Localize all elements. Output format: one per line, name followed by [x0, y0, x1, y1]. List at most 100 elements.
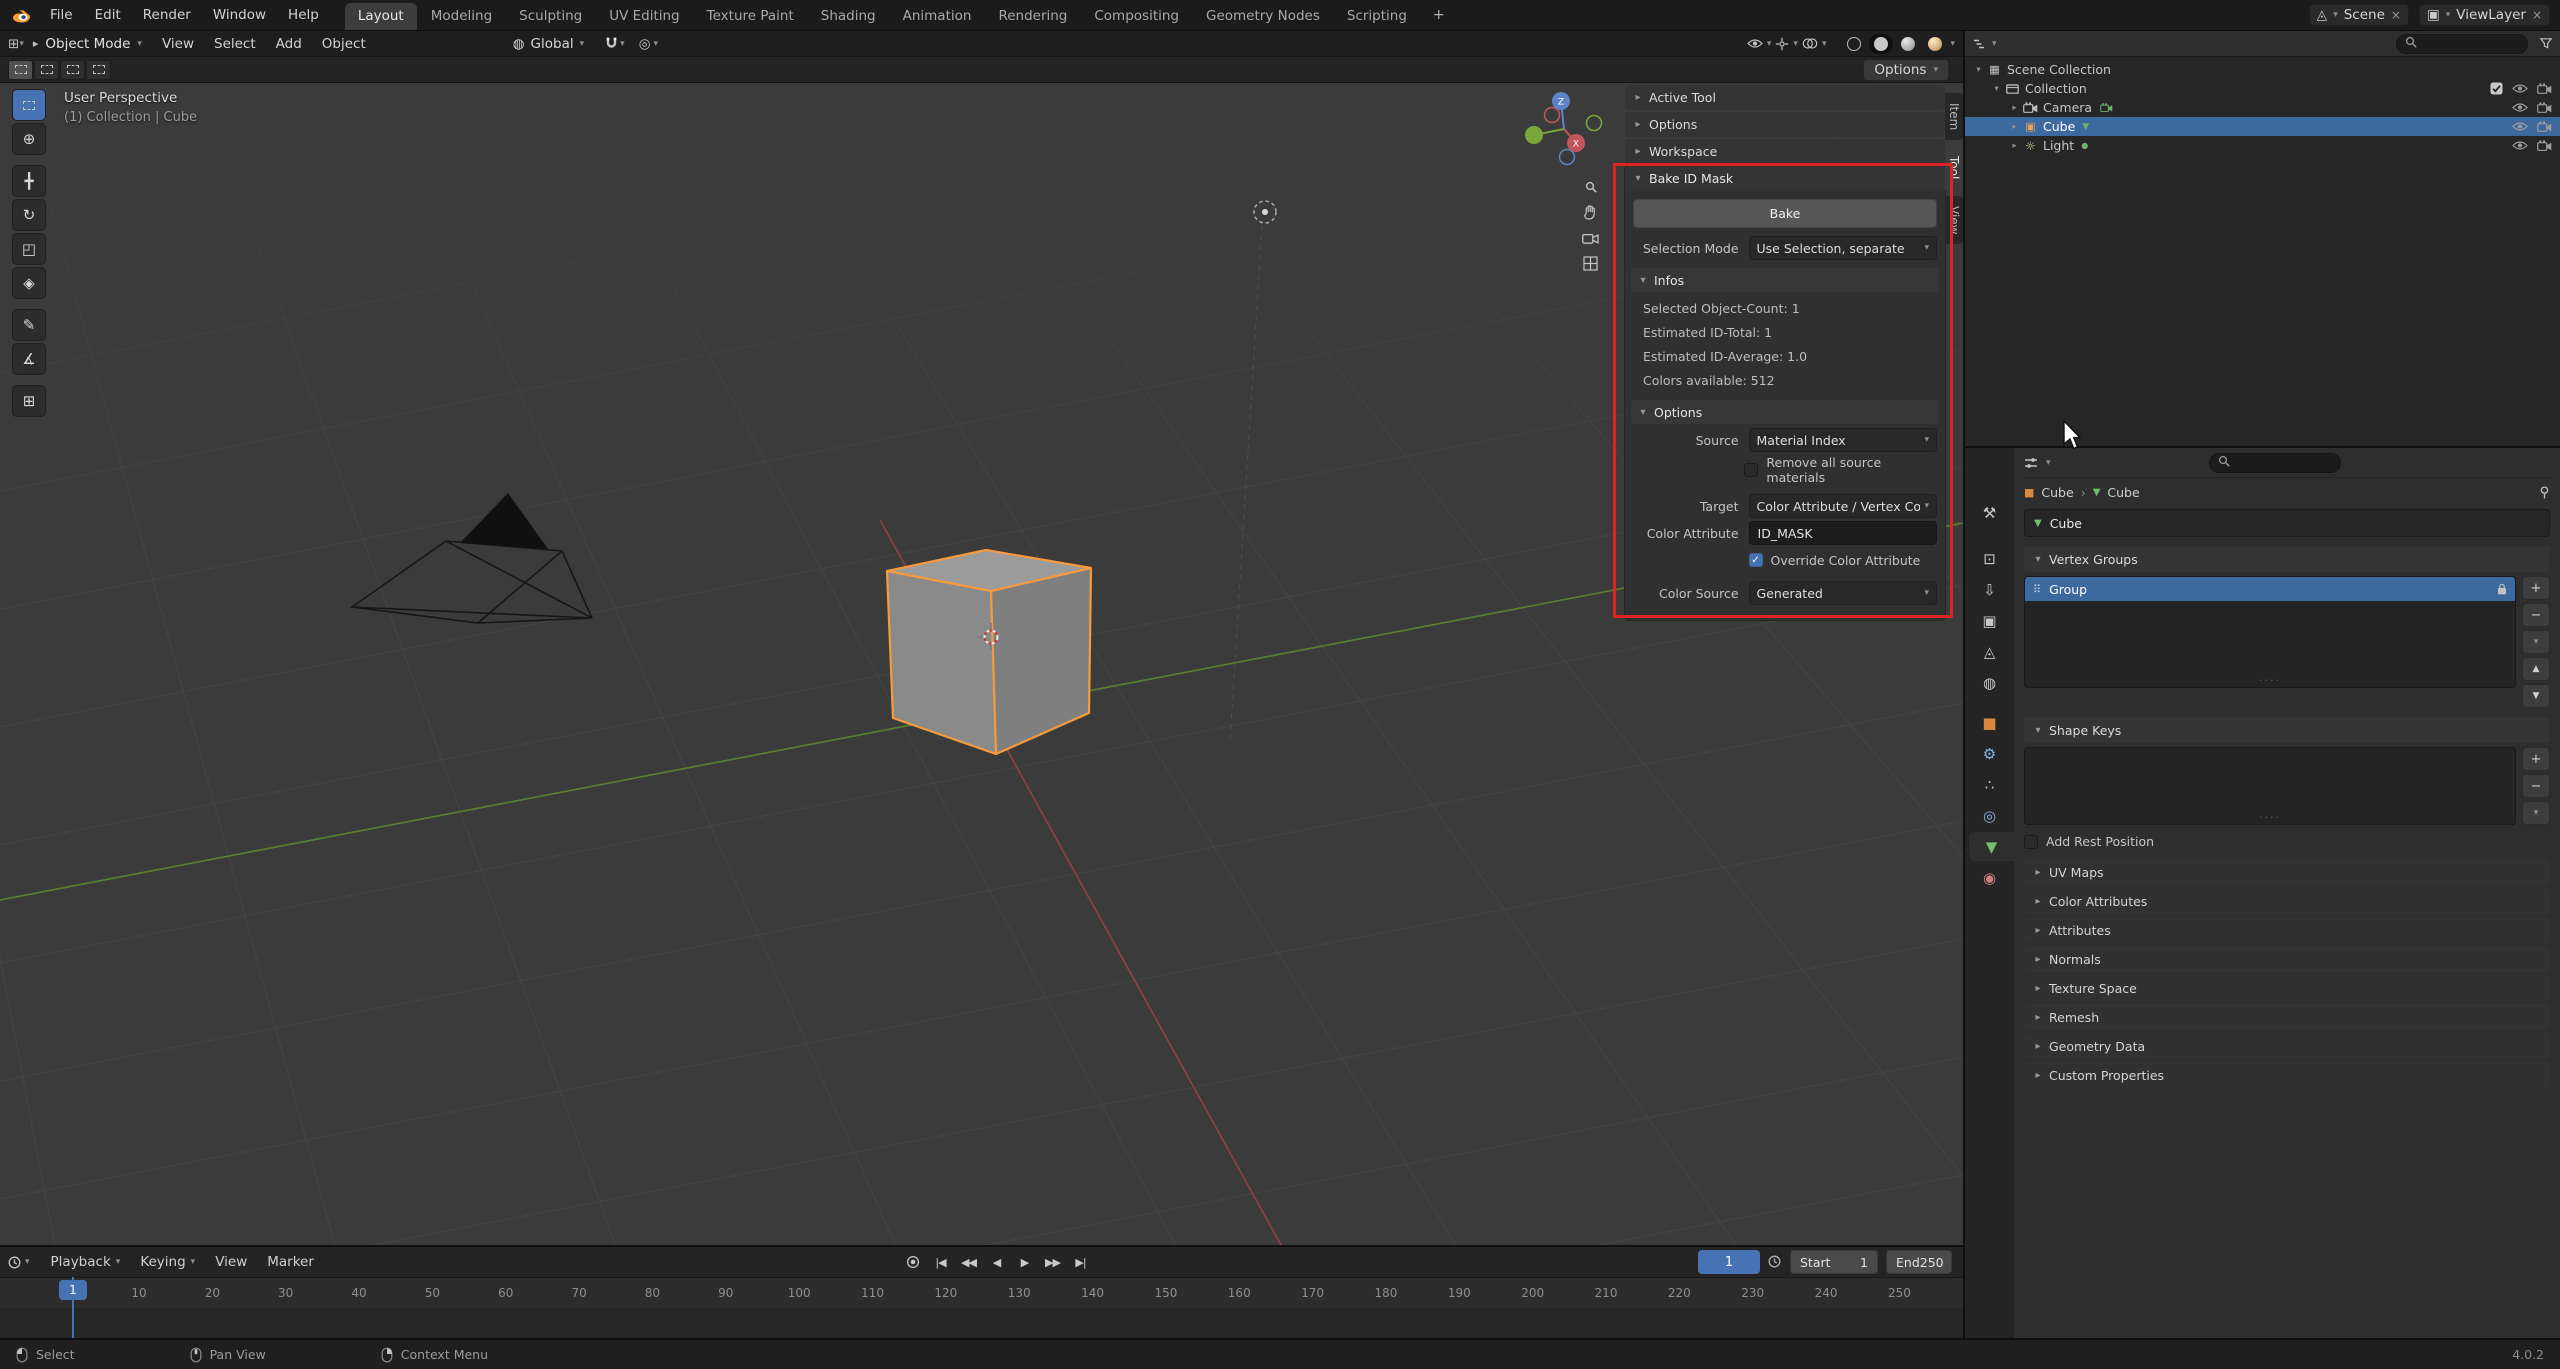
panel-header-attributes[interactable]: ▸Attributes: [2024, 917, 2550, 943]
sidebar-tab-item[interactable]: Item: [1945, 93, 1963, 140]
shading-options-chevron[interactable]: ▾: [1950, 39, 1955, 49]
workspace-tab-sculpting[interactable]: Sculpting: [506, 3, 595, 30]
play-reverse-button[interactable]: ◀: [984, 1250, 1009, 1274]
vertex-groups-panel-header[interactable]: ▾Vertex Groups: [2024, 546, 2550, 572]
shading-wireframe-button[interactable]: [1842, 34, 1866, 54]
menu-render[interactable]: Render: [133, 4, 201, 26]
workspace-tab-geometry-nodes[interactable]: Geometry Nodes: [1193, 3, 1333, 30]
shape-key-specials-button[interactable]: ▾: [2522, 801, 2550, 825]
bake-panel-header[interactable]: ▾ Bake ID Mask: [1625, 166, 1945, 191]
options-subpanel-header[interactable]: ▾ Options: [1631, 400, 1939, 424]
expander-icon[interactable]: ▸: [2007, 141, 2022, 151]
editor-type-icon[interactable]: ⊞ ▾: [8, 36, 24, 52]
properties-tab-render[interactable]: ⊡: [1965, 544, 2014, 573]
properties-tab-modifiers[interactable]: ⚙: [1965, 739, 2014, 768]
frame-start-field[interactable]: Start1: [1790, 1250, 1878, 1274]
move-vertex-group-up-button[interactable]: ▲: [2522, 657, 2550, 681]
panel-header-texture-space[interactable]: ▸Texture Space: [2024, 975, 2550, 1001]
timeline-editor-icon[interactable]: [8, 1256, 21, 1269]
workspace-tab-compositing[interactable]: Compositing: [1081, 3, 1192, 30]
add-workspace-button[interactable]: +: [1427, 7, 1451, 23]
proportional-options-chevron[interactable]: ▾: [653, 39, 658, 49]
panel-header-workspace[interactable]: ▸Workspace: [1625, 139, 1945, 164]
axis-neg-y-ball[interactable]: [1587, 116, 1602, 131]
properties-tab-world[interactable]: ◍: [1965, 668, 2014, 697]
remove-view-layer-button[interactable]: ×: [2532, 8, 2542, 22]
camera-object[interactable]: [352, 493, 592, 623]
play-button[interactable]: ▶: [1012, 1250, 1037, 1274]
tool-transform[interactable]: ◈: [12, 267, 46, 299]
list-resize-grip[interactable]: ····: [2259, 811, 2281, 824]
timeline-menu-playback[interactable]: Playback▾: [42, 1252, 130, 1272]
panel-header-active-tool[interactable]: ▸Active Tool: [1625, 85, 1945, 110]
list-resize-grip[interactable]: ····: [2259, 674, 2281, 687]
properties-tab-object[interactable]: ■: [1965, 708, 2014, 737]
properties-tab-physics[interactable]: ◎: [1965, 801, 2014, 830]
workspace-tab-uv-editing[interactable]: UV Editing: [596, 3, 692, 30]
properties-search-input[interactable]: [2209, 453, 2341, 473]
filter-funnel-icon[interactable]: [2540, 38, 2552, 49]
camera-toggle-icon[interactable]: [2537, 140, 2552, 151]
vertex-groups-list[interactable]: ⠿ Group ····: [2024, 576, 2516, 688]
editor-type-chevron[interactable]: ▾: [2046, 458, 2051, 468]
outliner-row-camera[interactable]: ▸Camera: [1965, 98, 2560, 117]
panel-header-options[interactable]: ▸Options: [1625, 112, 1945, 137]
frame-end-field[interactable]: End250: [1886, 1250, 1952, 1274]
scene-selector[interactable]: ◬ ▾ Scene ×: [2309, 4, 2409, 26]
gizmo-chevron[interactable]: ▾: [1793, 39, 1798, 49]
tool-move[interactable]: ╋: [12, 165, 46, 197]
overlays-chevron[interactable]: ▾: [1822, 39, 1827, 49]
lock-icon[interactable]: [2497, 583, 2507, 595]
outliner-row-scene-collection[interactable]: ▾▦Scene Collection: [1965, 60, 2560, 79]
infos-subpanel-header[interactable]: ▾ Infos: [1631, 268, 1939, 292]
remove-vertex-group-button[interactable]: −: [2522, 603, 2550, 627]
checkbox-toggle-icon[interactable]: [2490, 82, 2503, 95]
color-source-dropdown[interactable]: Generated▾: [1749, 581, 1937, 605]
pin-icon[interactable]: [2539, 486, 2550, 499]
current-frame-field[interactable]: 1: [1698, 1250, 1760, 1274]
tool-options-dropdown[interactable]: Options▾: [1863, 59, 1949, 81]
select-mode-subtract-button[interactable]: [60, 60, 85, 80]
add-shape-key-button[interactable]: +: [2522, 747, 2550, 771]
color-attribute-input[interactable]: ID_MASK: [1749, 521, 1937, 545]
axis-neg-x-ball[interactable]: [1545, 108, 1560, 123]
tool-add-cube[interactable]: ⊞: [12, 385, 46, 417]
shape-keys-list[interactable]: ····: [2024, 747, 2516, 825]
camera-toggle-icon[interactable]: [2537, 83, 2552, 94]
viewport-menu-add[interactable]: Add: [267, 34, 311, 54]
tool-annotate[interactable]: ✎: [12, 309, 46, 341]
timeline-menu-view[interactable]: View: [206, 1252, 256, 1272]
axis-y-ball[interactable]: [1525, 126, 1543, 144]
expander-icon[interactable]: ▸: [2007, 122, 2022, 132]
viewport-menu-view[interactable]: View: [153, 34, 203, 54]
menu-window[interactable]: Window: [203, 4, 276, 26]
zoom-icon[interactable]: [1585, 181, 1597, 193]
vertex-group-specials-button[interactable]: ▾: [2522, 630, 2550, 654]
bake-button[interactable]: Bake: [1633, 199, 1937, 228]
remove-source-materials-checkbox[interactable]: [1744, 463, 1758, 477]
breadcrumb-object[interactable]: Cube: [2041, 485, 2073, 500]
show-gizmo-icon[interactable]: [1775, 37, 1789, 51]
remove-shape-key-button[interactable]: −: [2522, 774, 2550, 798]
expander-icon[interactable]: ▾: [1971, 65, 1986, 75]
eye-toggle-icon[interactable]: [2512, 121, 2528, 132]
properties-tab-object-data[interactable]: ▼: [1969, 832, 2014, 861]
camera-toggle-icon[interactable]: [2537, 102, 2552, 113]
pan-view-icon[interactable]: [1582, 204, 1599, 221]
workspace-tab-layout[interactable]: Layout: [345, 3, 417, 30]
mode-selector[interactable]: ▸ Object Mode ▾: [24, 34, 151, 54]
camera-view-icon[interactable]: [1582, 232, 1599, 245]
cube-object[interactable]: [887, 550, 1091, 754]
target-dropdown[interactable]: Color Attribute / Vertex Color▾: [1749, 494, 1937, 518]
tool-rotate[interactable]: ↻: [12, 199, 46, 231]
add-vertex-group-button[interactable]: +: [2522, 576, 2550, 600]
breadcrumb-data[interactable]: Cube: [2107, 485, 2139, 500]
expander-icon[interactable]: ▾: [1989, 84, 2004, 94]
shape-keys-panel-header[interactable]: ▾Shape Keys: [2024, 717, 2550, 743]
prev-keyframe-button[interactable]: ◀◀: [956, 1250, 981, 1274]
source-dropdown[interactable]: Material Index▾: [1749, 428, 1937, 452]
use-preview-range-icon[interactable]: [1768, 1255, 1781, 1268]
panel-header-normals[interactable]: ▸Normals: [2024, 946, 2550, 972]
outliner-editor-icon[interactable]: [1973, 38, 1986, 50]
menu-file[interactable]: File: [40, 4, 83, 26]
